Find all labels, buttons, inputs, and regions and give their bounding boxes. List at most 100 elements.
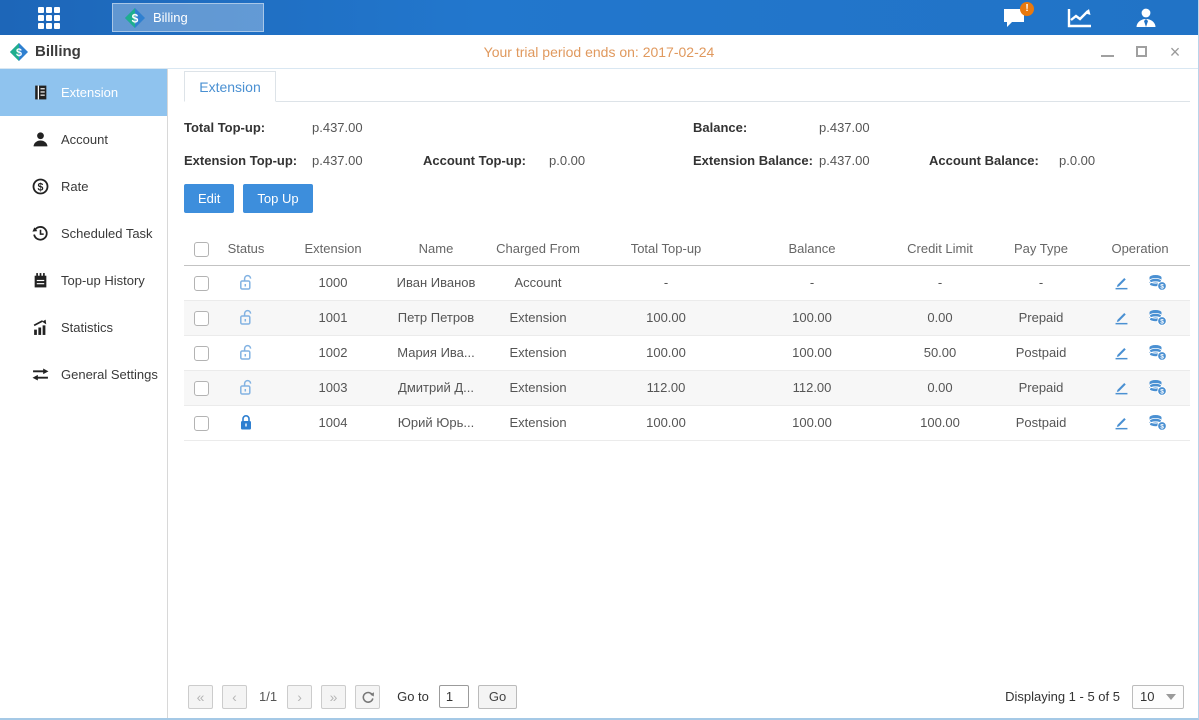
tab-bar: Extension xyxy=(184,71,1190,102)
first-page-button[interactable]: « xyxy=(188,685,213,709)
prev-page-button[interactable]: ‹ xyxy=(222,685,247,709)
row-topup-button[interactable]: $ xyxy=(1148,274,1167,291)
topup-history-notebook-icon xyxy=(32,272,49,289)
page-size-dropdown[interactable]: 10 xyxy=(1132,685,1184,709)
cell-charged-from: Extension xyxy=(480,405,596,440)
topup-coins-icon: $ xyxy=(1148,414,1167,431)
table-row[interactable]: 1000Иван ИвановAccount----$ xyxy=(184,265,1190,300)
account-topup-value: p.0.00 xyxy=(549,153,693,168)
cell-charged-from: Account xyxy=(480,265,596,300)
row-edit-button[interactable] xyxy=(1113,274,1130,291)
notifications-chat-icon[interactable]: ! xyxy=(1000,6,1028,30)
table-header-row: Status Extension Name Charged From Total… xyxy=(184,233,1190,265)
row-topup-button[interactable]: $ xyxy=(1148,344,1167,361)
sidebar-item-account[interactable]: Account xyxy=(0,116,167,163)
sidebar-item-label: Extension xyxy=(61,85,118,100)
cell-extension: 1003 xyxy=(274,370,392,405)
account-topup-label: Account Top-up: xyxy=(423,153,549,168)
sidebar-item-statistics[interactable]: Statistics xyxy=(0,304,167,351)
sidebar-item-general-settings[interactable]: General Settings xyxy=(0,351,167,398)
sidebar-item-rate[interactable]: $ Rate xyxy=(0,163,167,210)
cell-extension: 1004 xyxy=(274,405,392,440)
row-checkbox[interactable] xyxy=(194,276,209,291)
taskbar-tab-billing[interactable]: Billing xyxy=(112,3,264,32)
app-launcher-grid-icon[interactable] xyxy=(38,7,68,29)
row-topup-button[interactable]: $ xyxy=(1148,309,1167,326)
table-toolbar: Edit Top Up xyxy=(184,184,1190,213)
col-pay-type: Pay Type xyxy=(992,233,1090,265)
last-page-button[interactable]: » xyxy=(321,685,346,709)
status-lock-icon xyxy=(238,309,254,324)
edit-pencil-icon xyxy=(1113,379,1130,396)
cell-pay-type: Prepaid xyxy=(992,300,1090,335)
table-row[interactable]: 1001Петр ПетровExtension100.00100.000.00… xyxy=(184,300,1190,335)
sidebar-item-label: Statistics xyxy=(61,320,113,335)
next-page-button[interactable]: › xyxy=(287,685,312,709)
taskbar-tab-label: Billing xyxy=(153,10,188,25)
main-panel: Extension Total Top-up: p.437.00 Balance… xyxy=(168,69,1199,718)
balance-value: p.437.00 xyxy=(819,120,929,135)
topup-coins-icon: $ xyxy=(1148,344,1167,361)
cell-balance: 112.00 xyxy=(736,370,888,405)
cell-total-topup: - xyxy=(596,265,736,300)
cell-extension: 1000 xyxy=(274,265,392,300)
sidebar-item-extension[interactable]: Extension xyxy=(0,69,167,116)
extension-book-icon xyxy=(32,84,49,101)
row-checkbox[interactable] xyxy=(194,311,209,326)
row-topup-button[interactable]: $ xyxy=(1148,379,1167,396)
cell-credit-limit: 0.00 xyxy=(888,370,992,405)
goto-label: Go to xyxy=(397,689,429,704)
rate-dollar-icon: $ xyxy=(32,178,49,195)
cell-credit-limit: - xyxy=(888,265,992,300)
tab-extension[interactable]: Extension xyxy=(184,71,276,102)
account-balance-value: p.0.00 xyxy=(1059,153,1190,168)
window-content: Extension Account $ Rate xyxy=(0,69,1198,718)
row-edit-button[interactable] xyxy=(1113,309,1130,326)
topup-button[interactable]: Top Up xyxy=(243,184,312,213)
displaying-text: Displaying 1 - 5 of 5 xyxy=(1005,689,1120,704)
cell-extension: 1002 xyxy=(274,335,392,370)
row-edit-button[interactable] xyxy=(1113,379,1130,396)
table-row[interactable]: 1002Мария Ива...Extension100.00100.0050.… xyxy=(184,335,1190,370)
go-button[interactable]: Go xyxy=(478,685,517,709)
account-balance-label: Account Balance: xyxy=(929,153,1059,168)
row-edit-button[interactable] xyxy=(1113,344,1130,361)
goto-page-input[interactable] xyxy=(439,685,469,708)
row-edit-button[interactable] xyxy=(1113,414,1130,431)
sidebar-item-topup-history[interactable]: Top-up History xyxy=(0,257,167,304)
row-checkbox[interactable] xyxy=(194,381,209,396)
table-row[interactable]: 1004Юрий Юрь...Extension100.00100.00100.… xyxy=(184,405,1190,440)
close-button[interactable]: × xyxy=(1166,43,1184,61)
table-row[interactable]: 1003Дмитрий Д...Extension112.00112.000.0… xyxy=(184,370,1190,405)
statistics-chart-icon xyxy=(32,319,49,336)
sidebar-item-label: General Settings xyxy=(61,367,158,382)
col-status: Status xyxy=(218,233,274,265)
cell-name: Дмитрий Д... xyxy=(392,370,480,405)
cell-balance: 100.00 xyxy=(736,335,888,370)
col-balance: Balance xyxy=(736,233,888,265)
statistics-monitor-icon[interactable] xyxy=(1066,6,1094,30)
cell-balance: - xyxy=(736,265,888,300)
cell-name: Юрий Юрь... xyxy=(392,405,480,440)
sidebar-item-scheduled-task[interactable]: Scheduled Task xyxy=(0,210,167,257)
cell-charged-from: Extension xyxy=(480,300,596,335)
cell-balance: 100.00 xyxy=(736,405,888,440)
pagination-right: Displaying 1 - 5 of 5 10 xyxy=(1005,685,1190,709)
refresh-button[interactable] xyxy=(355,685,380,709)
minimize-button[interactable] xyxy=(1098,43,1116,61)
select-all-checkbox[interactable] xyxy=(194,242,209,257)
row-checkbox[interactable] xyxy=(194,346,209,361)
edit-button[interactable]: Edit xyxy=(184,184,234,213)
notification-badge: ! xyxy=(1020,2,1034,16)
extension-topup-value: p.437.00 xyxy=(312,153,423,168)
user-account-icon[interactable] xyxy=(1132,6,1160,30)
lock-open-icon xyxy=(238,344,254,361)
row-topup-button[interactable]: $ xyxy=(1148,414,1167,431)
row-checkbox[interactable] xyxy=(194,416,209,431)
lock-open-icon xyxy=(238,379,254,396)
balance-summary: Total Top-up: p.437.00 Balance: p.437.00… xyxy=(184,120,1190,168)
extension-topup-label: Extension Top-up: xyxy=(184,153,312,168)
sidebar-item-label: Scheduled Task xyxy=(61,226,153,241)
edit-pencil-icon xyxy=(1113,414,1130,431)
maximize-button[interactable] xyxy=(1132,43,1150,61)
